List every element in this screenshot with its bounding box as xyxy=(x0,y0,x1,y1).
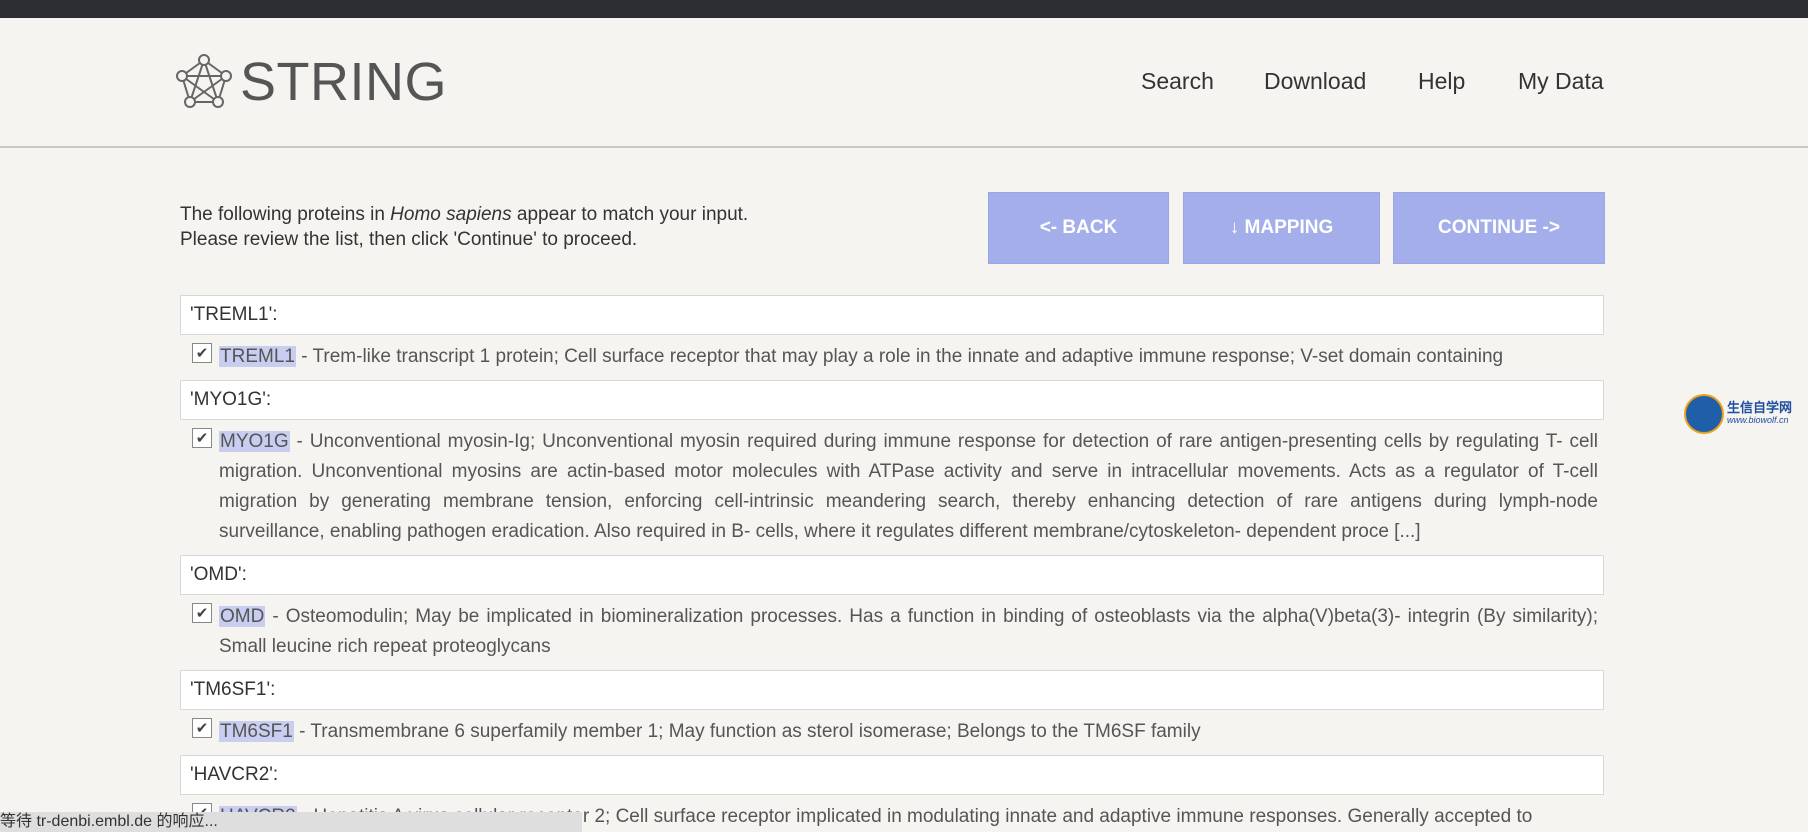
watermark-line1: 生信自学网 xyxy=(1727,400,1793,415)
select-checkbox[interactable]: ✔ xyxy=(192,343,212,363)
query-header: 'TM6SF1': xyxy=(180,670,1604,710)
nav-download[interactable]: Download xyxy=(1264,68,1366,95)
gene-name[interactable]: TM6SF1 xyxy=(219,721,294,742)
browser-top-bar xyxy=(0,0,1808,18)
continue-button[interactable]: CONTINUE -> xyxy=(1393,192,1605,264)
gene-name[interactable]: TREML1 xyxy=(219,346,296,367)
intro-line1-pre: The following proteins in xyxy=(180,204,391,225)
nav-search[interactable]: Search xyxy=(1141,68,1214,95)
gene-description: - Trem-like transcript 1 protein; Cell s… xyxy=(295,346,1504,367)
gene-description: - Transmembrane 6 superfamily member 1; … xyxy=(293,721,1201,742)
mapping-button[interactable]: ↓ MAPPING xyxy=(1183,192,1380,264)
intro-line1-post: appear to match your input. xyxy=(511,204,749,225)
intro-line2: Please review the list, then click 'Cont… xyxy=(180,229,638,250)
species-name: Homo sapiens xyxy=(390,204,512,225)
result-row: ✔ TREML1 - Trem-like transcript 1 protei… xyxy=(192,342,1598,372)
check-icon: ✔ xyxy=(195,429,209,447)
watermark-logo-icon xyxy=(1684,394,1724,434)
gene-name[interactable]: OMD xyxy=(219,606,266,627)
select-checkbox[interactable]: ✔ xyxy=(192,428,212,448)
watermark-line2: www.biowolf.cn xyxy=(1727,415,1789,425)
check-icon: ✔ xyxy=(195,604,209,622)
gene-description: - Unconventional myosin-Ig; Unconvention… xyxy=(219,431,1598,542)
logo-text: STRING xyxy=(240,52,448,112)
check-icon: ✔ xyxy=(195,719,209,737)
back-button[interactable]: <- BACK xyxy=(988,192,1169,264)
string-logo[interactable]: STRING xyxy=(174,52,447,112)
query-header: 'OMD': xyxy=(180,555,1604,595)
select-checkbox[interactable]: ✔ xyxy=(192,718,212,738)
site-header: STRING Search Download Help My Data xyxy=(0,18,1808,148)
query-header: 'MYO1G': xyxy=(180,380,1604,420)
query-header: 'TREML1': xyxy=(180,295,1604,335)
check-icon: ✔ xyxy=(195,344,209,362)
result-row: ✔ MYO1G - Unconventional myosin-Ig; Unco… xyxy=(192,427,1598,547)
intro-text: The following proteins in Homo sapiens a… xyxy=(180,202,748,252)
browser-status-bar: 等待 tr-denbi.embl.de 的响应... xyxy=(0,812,582,832)
nav-help[interactable]: Help xyxy=(1418,68,1465,95)
network-logo-icon xyxy=(176,54,232,108)
result-row: ✔ OMD - Osteomodulin; May be implicated … xyxy=(192,602,1598,662)
gene-description: - Osteomodulin; May be implicated in bio… xyxy=(219,606,1598,657)
result-row: ✔ TM6SF1 - Transmembrane 6 superfamily m… xyxy=(192,717,1598,747)
select-checkbox[interactable]: ✔ xyxy=(192,603,212,623)
query-header: 'HAVCR2': xyxy=(180,755,1604,795)
nav-my-data[interactable]: My Data xyxy=(1518,68,1604,95)
watermark: 生信自学网 www.biowolf.cn xyxy=(1684,394,1792,434)
gene-name[interactable]: MYO1G xyxy=(219,431,290,452)
